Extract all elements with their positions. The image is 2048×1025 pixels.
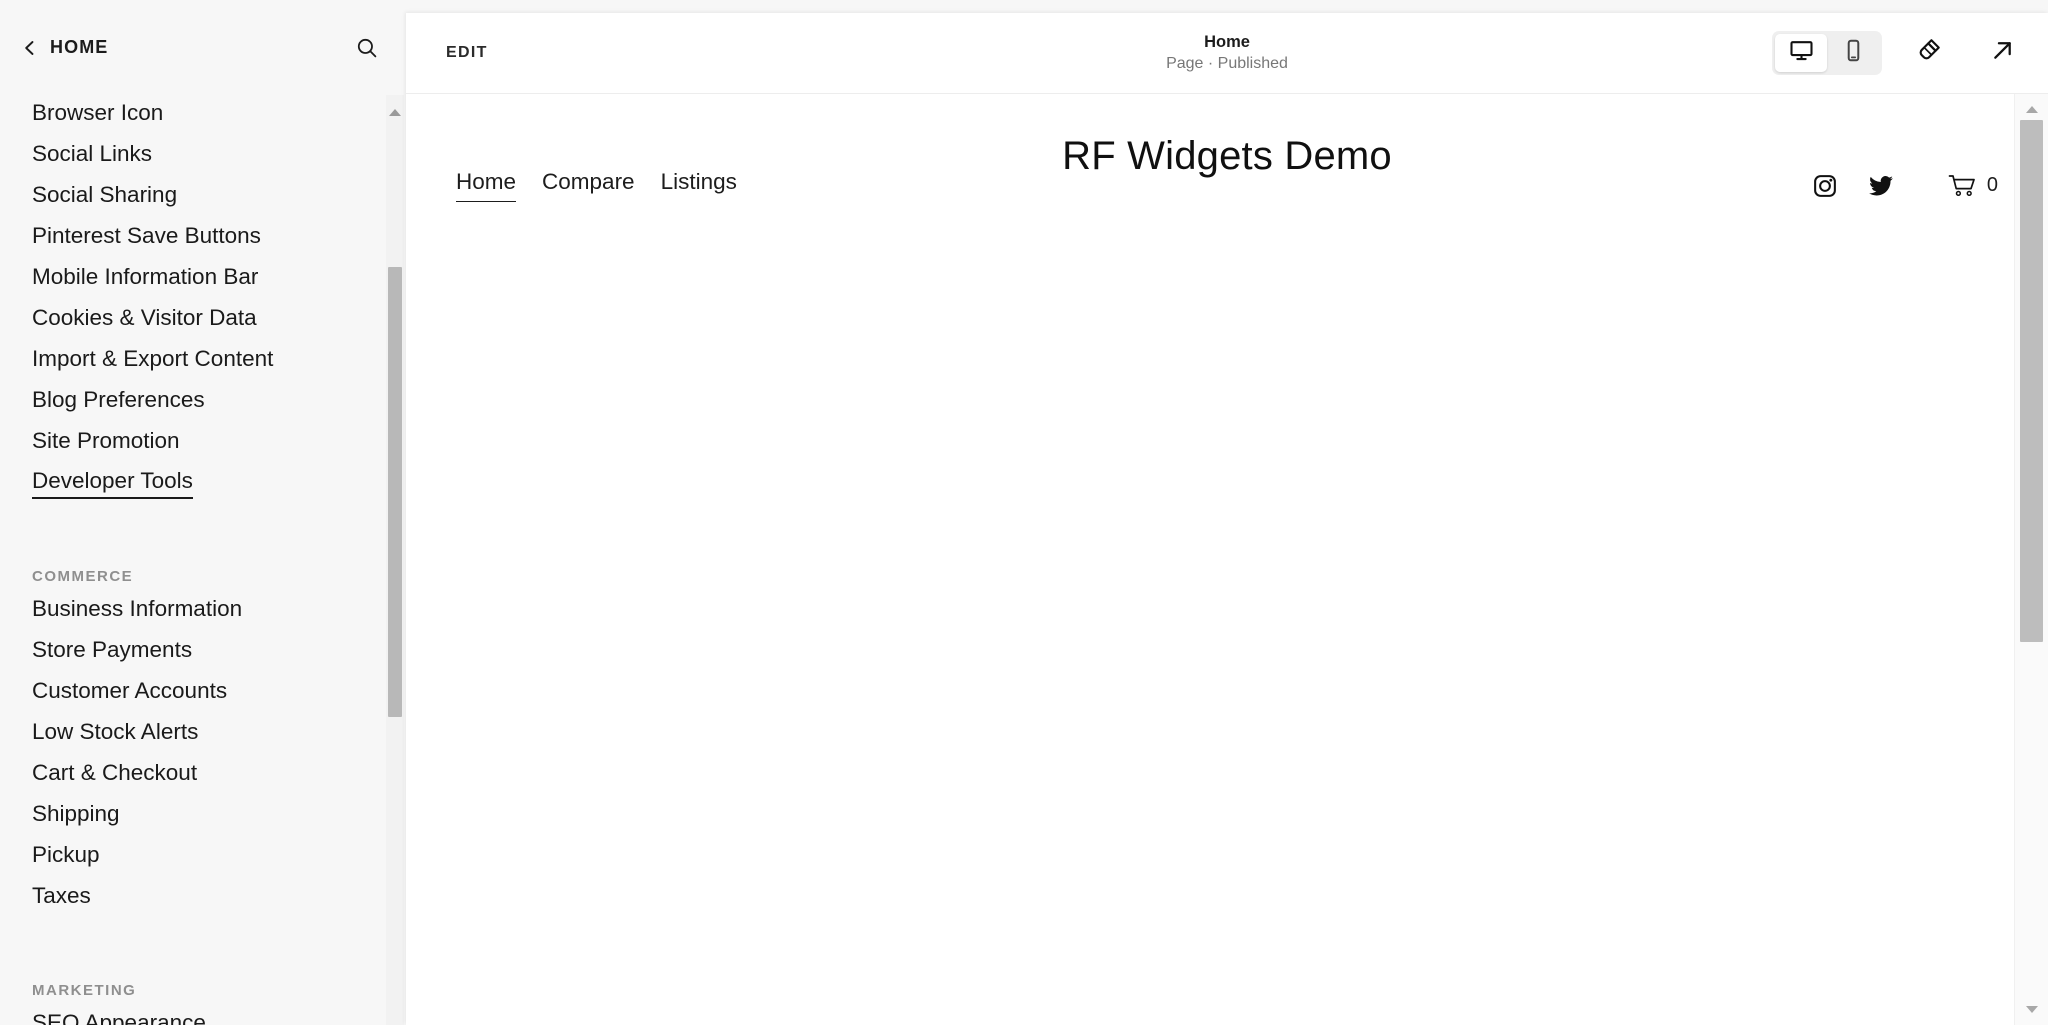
- sidebar-item-label: Low Stock Alerts: [32, 718, 199, 744]
- sidebar-item-label: Taxes: [32, 882, 91, 908]
- sidebar-item-low-stock-alerts[interactable]: Low Stock Alerts: [32, 714, 198, 755]
- site-header-actions: 0: [1812, 173, 1998, 199]
- sidebar-item-label: Pinterest Save Buttons: [32, 222, 261, 248]
- site-nav: Home Compare Listings: [456, 169, 737, 202]
- sidebar-item-social-links[interactable]: Social Links: [32, 136, 152, 177]
- sidebar-group-label: MARKETING: [32, 982, 137, 999]
- paintbrush-icon: [1915, 37, 1942, 69]
- sidebar-item-seo-appearance[interactable]: SEO Appearance: [32, 1005, 206, 1025]
- sidebar-item-pickup[interactable]: Pickup: [32, 837, 100, 878]
- sidebar-item-social-sharing[interactable]: Social Sharing: [32, 177, 177, 218]
- sidebar-item-shipping[interactable]: Shipping: [32, 796, 120, 837]
- search-icon[interactable]: [350, 31, 384, 65]
- preview-toolbar-actions: [1772, 31, 2030, 75]
- sidebar-item-business-information[interactable]: Business Information: [32, 591, 242, 632]
- twitter-icon[interactable]: [1868, 173, 1894, 199]
- cart-button[interactable]: 0: [1948, 173, 1998, 199]
- sidebar-item-site-promotion[interactable]: Site Promotion: [32, 423, 180, 464]
- external-link-icon: [1989, 37, 2016, 69]
- site-styles-button[interactable]: [1900, 31, 1956, 75]
- open-in-new-tab-button[interactable]: [1974, 31, 2030, 75]
- sidebar-item-import-export-content[interactable]: Import & Export Content: [32, 341, 273, 382]
- settings-sidebar: HOME Browser Icon Social Links Social Shar…: [0, 0, 406, 1025]
- shopping-cart-icon: [1948, 173, 1978, 199]
- edit-button[interactable]: EDIT: [432, 34, 502, 72]
- preview-toolbar: EDIT Home Page · Published: [406, 13, 2048, 94]
- sidebar-item-cookies-visitor-data[interactable]: Cookies & Visitor Data: [32, 300, 257, 341]
- mobile-icon: [1841, 38, 1866, 68]
- page-status: Page · Published: [1166, 54, 1288, 72]
- sidebar-item-blog-preferences[interactable]: Blog Preferences: [32, 382, 205, 423]
- sidebar-header: HOME: [0, 0, 406, 95]
- sidebar-item-label: Cookies & Visitor Data: [32, 304, 257, 330]
- sidebar-item-cart-checkout[interactable]: Cart & Checkout: [32, 755, 197, 796]
- sidebar-item-label: Social Sharing: [32, 181, 178, 207]
- sidebar-item-label: Site Promotion: [32, 427, 180, 453]
- site-nav-link-home[interactable]: Home: [456, 169, 517, 202]
- sidebar-item-label: Browser Icon: [32, 99, 164, 125]
- site-preview-frame: Home Compare Listings RF Widgets Demo 0: [406, 94, 2048, 1025]
- chevron-left-icon: [22, 40, 38, 56]
- sidebar-item-developer-tools[interactable]: Developer Tools: [32, 464, 193, 505]
- sidebar-item-pinterest-save-buttons[interactable]: Pinterest Save Buttons: [32, 218, 261, 259]
- site-header: Home Compare Listings RF Widgets Demo 0: [406, 94, 2048, 229]
- sidebar-item-label: Shipping: [32, 800, 120, 826]
- site-nav-link-listings[interactable]: Listings: [661, 169, 737, 201]
- sidebar-item-label: Developer Tools: [32, 469, 193, 500]
- instagram-icon[interactable]: [1812, 173, 1838, 199]
- sidebar-item-label: Business Information: [32, 595, 243, 621]
- sidebar-item-browser-icon[interactable]: Browser Icon: [32, 95, 163, 136]
- desktop-view-button[interactable]: [1775, 34, 1827, 72]
- preview-scroll-up-arrow[interactable]: [2025, 106, 2038, 113]
- sidebar-scrollbar[interactable]: [386, 95, 404, 1025]
- sidebar-nav-list: Browser Icon Social Links Social Sharing Pi…: [32, 95, 406, 1025]
- device-toggle-group: [1772, 31, 1882, 75]
- sidebar-group-label: COMMERCE: [32, 568, 134, 585]
- preview-scrollbar-thumb[interactable]: [2020, 120, 2043, 642]
- sidebar-item-label: Pickup: [32, 841, 100, 867]
- sidebar-item-label: Mobile Information Bar: [32, 263, 259, 289]
- preview-panel: EDIT Home Page · Published Home Compare …: [406, 13, 2048, 1025]
- preview-scrollbar[interactable]: [2014, 94, 2048, 1025]
- preview-scroll-down-arrow[interactable]: [2025, 1006, 2038, 1013]
- sidebar-item-label: SEO Appearance: [32, 1009, 206, 1025]
- sidebar-scrollbar-thumb[interactable]: [388, 267, 402, 717]
- sidebar-item-label: Cart & Checkout: [32, 759, 198, 785]
- sidebar-item-label: Blog Preferences: [32, 386, 205, 412]
- app-root: HOME Browser Icon Social Links Social Shar…: [0, 0, 2048, 1025]
- mobile-view-button[interactable]: [1827, 34, 1879, 72]
- sidebar-item-label: Store Payments: [32, 636, 193, 662]
- sidebar-item-customer-accounts[interactable]: Customer Accounts: [32, 673, 227, 714]
- sidebar-scroll-area: Browser Icon Social Links Social Sharing Pi…: [0, 95, 406, 1025]
- sidebar-item-label: Social Links: [32, 140, 153, 166]
- desktop-icon: [1789, 38, 1814, 68]
- sidebar-item-taxes[interactable]: Taxes: [32, 878, 91, 919]
- site-nav-link-compare[interactable]: Compare: [542, 169, 635, 201]
- sidebar-item-label: Customer Accounts: [32, 677, 228, 703]
- sidebar-item-label: Import & Export Content: [32, 345, 274, 371]
- back-label: HOME: [50, 37, 109, 57]
- back-to-home-button[interactable]: HOME: [18, 33, 112, 62]
- sidebar-item-store-payments[interactable]: Store Payments: [32, 632, 192, 673]
- sidebar-item-mobile-information-bar[interactable]: Mobile Information Bar: [32, 259, 258, 300]
- sidebar-scroll-up-arrow[interactable]: [389, 109, 401, 116]
- cart-count: 0: [1986, 174, 1998, 196]
- page-title: Home: [1204, 32, 1250, 51]
